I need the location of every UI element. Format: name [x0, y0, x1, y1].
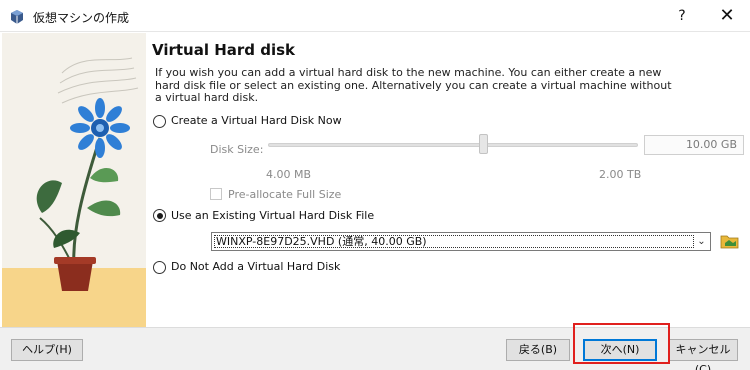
- existing-disk-select[interactable]: WINXP-8E97D25.VHD (通常, 40.00 GB) ⌄: [211, 232, 711, 251]
- disk-size-max-label: 2.00 TB: [599, 168, 642, 181]
- next-button-highlight: [573, 323, 670, 364]
- disk-size-min-label: 4.00 MB: [266, 168, 312, 181]
- page-title: Virtual Hard disk: [152, 41, 296, 59]
- window-title: 仮想マシンの作成: [33, 11, 130, 25]
- close-icon[interactable]: ✕: [704, 0, 750, 32]
- chevron-down-icon[interactable]: ⌄: [695, 234, 708, 249]
- folder-icon[interactable]: [719, 231, 741, 251]
- do-not-add-radio[interactable]: [153, 261, 166, 274]
- help-icon[interactable]: ?: [660, 0, 704, 32]
- existing-disk-value: WINXP-8E97D25.VHD (通常, 40.00 GB): [214, 235, 694, 248]
- title-bar: 仮想マシンの作成 ? ✕: [0, 0, 750, 32]
- virtualbox-app-icon: [11, 10, 23, 24]
- back-button[interactable]: 戻る(B): [506, 339, 570, 361]
- page-description: If you wish you can add a virtual hard d…: [155, 66, 672, 104]
- cancel-button[interactable]: キャンセル(C): [668, 339, 738, 370]
- do-not-add-label[interactable]: Do Not Add a Virtual Hard Disk: [171, 260, 340, 273]
- disk-size-label: Disk Size:: [210, 143, 264, 156]
- help-button[interactable]: ヘルプ(H): [11, 339, 83, 361]
- preallocate-checkbox[interactable]: [210, 188, 222, 200]
- disk-size-slider-track: [268, 143, 638, 147]
- use-existing-radio[interactable]: [153, 209, 166, 222]
- disk-size-slider-handle[interactable]: [479, 134, 488, 154]
- create-new-label[interactable]: Create a Virtual Hard Disk Now: [171, 114, 342, 127]
- create-new-radio[interactable]: [153, 115, 166, 128]
- use-existing-label[interactable]: Use an Existing Virtual Hard Disk File: [171, 209, 374, 222]
- disk-size-field[interactable]: 10.00 GB: [644, 135, 744, 155]
- preallocate-label: Pre-allocate Full Size: [228, 188, 342, 201]
- wizard-illustration: [2, 33, 146, 327]
- wizard-page: Virtual Hard disk If you wish you can ad…: [146, 33, 750, 327]
